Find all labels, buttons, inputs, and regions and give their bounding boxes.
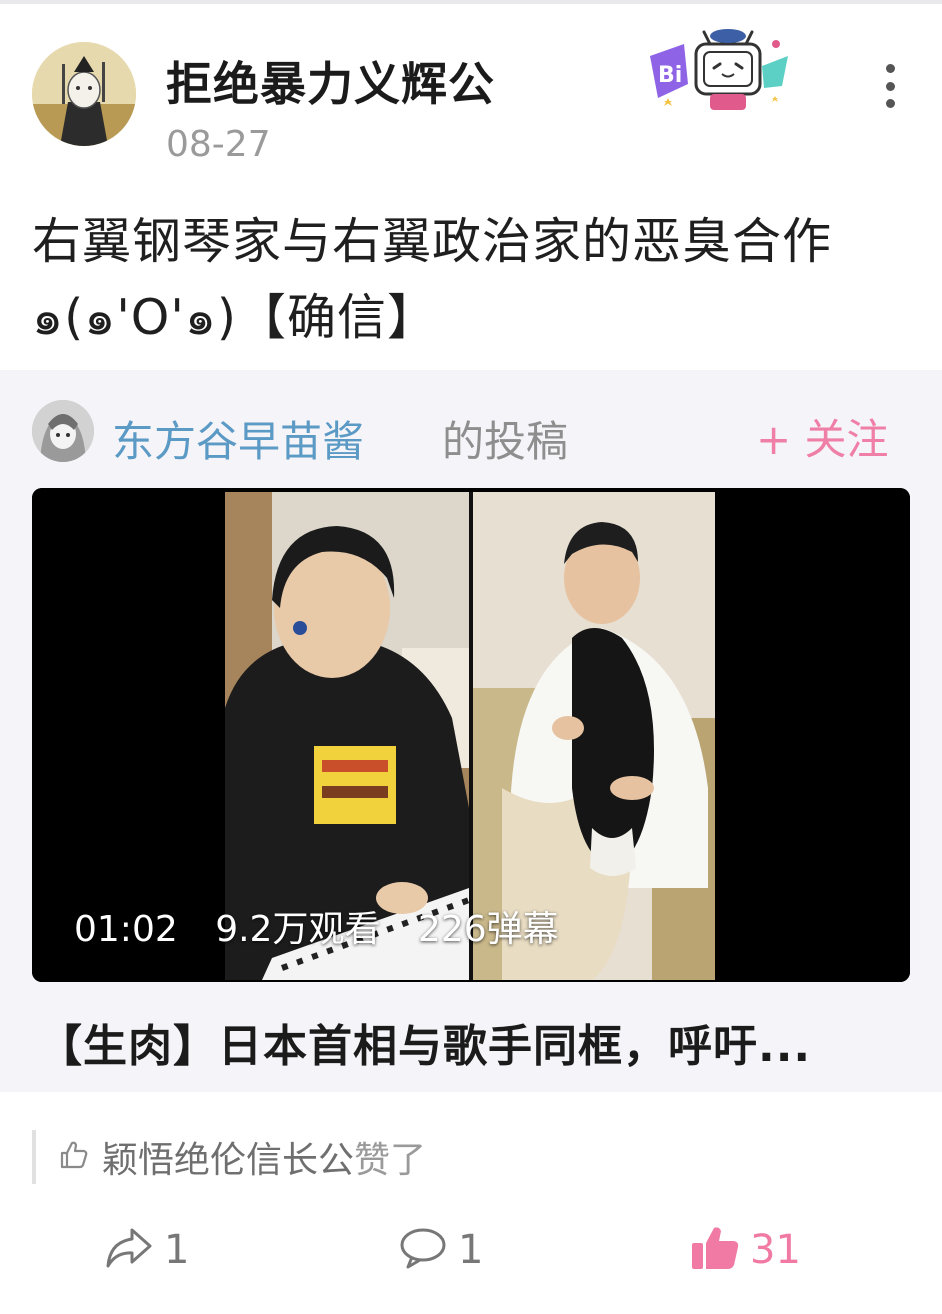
comment-bubble-icon [398,1226,448,1274]
comment-count: 1 [458,1227,484,1273]
uploader-suffix: 的投稿 [442,417,569,466]
post-content: 右翼钢琴家与右翼政治家的恶臭合作๑(๑'O'๑)【确信】 [32,213,833,346]
uploader-avatar[interactable] [32,400,94,462]
liked-by-row[interactable]: 颖悟绝伦信长公 赞了 [32,1130,426,1184]
follow-button[interactable]: + 关注 [756,406,889,467]
author-avatar[interactable] [32,42,136,146]
video-thumbnail[interactable]: 01:02 9.2万观看 226弹幕 [32,488,910,982]
share-arrow-icon [104,1226,154,1274]
share-button[interactable]: 1 [104,1222,189,1278]
thumbs-up-outline-icon [58,1139,90,1175]
thumbs-up-filled-icon [690,1225,740,1275]
like-button[interactable]: 31 [690,1222,801,1278]
comment-button[interactable]: 1 [398,1222,483,1278]
repost-card[interactable]: 东方谷早苗酱 的投稿 + 关注 01:02 9.2万观看 226弹幕 【生肉】日… [0,370,942,1092]
like-count: 31 [750,1227,801,1273]
top-divider [0,0,942,4]
liked-by-names[interactable]: 颖悟绝伦信长公 [102,1131,354,1183]
video-title[interactable]: 【生肉】日本首相与歌手同框，呼吁... [38,1010,908,1074]
video-duration: 01:02 [74,909,178,950]
video-views: 9.2万观看 [215,909,381,950]
svg-text:Bi: Bi [658,63,682,88]
video-danmaku-count: 226弹幕 [417,909,559,950]
bilibili-tv-mascot-badge: Bi [644,26,794,124]
liked-by-suffix: 赞了 [354,1140,427,1181]
video-meta: 01:02 9.2万观看 226弹幕 [74,900,585,952]
uploader-name[interactable]: 东方谷早苗酱 [112,408,364,469]
author-name[interactable]: 拒绝暴力义辉公 [166,48,495,114]
share-count: 1 [164,1227,190,1273]
post-date: 08-27 [166,124,271,165]
more-options-icon[interactable] [874,64,906,108]
